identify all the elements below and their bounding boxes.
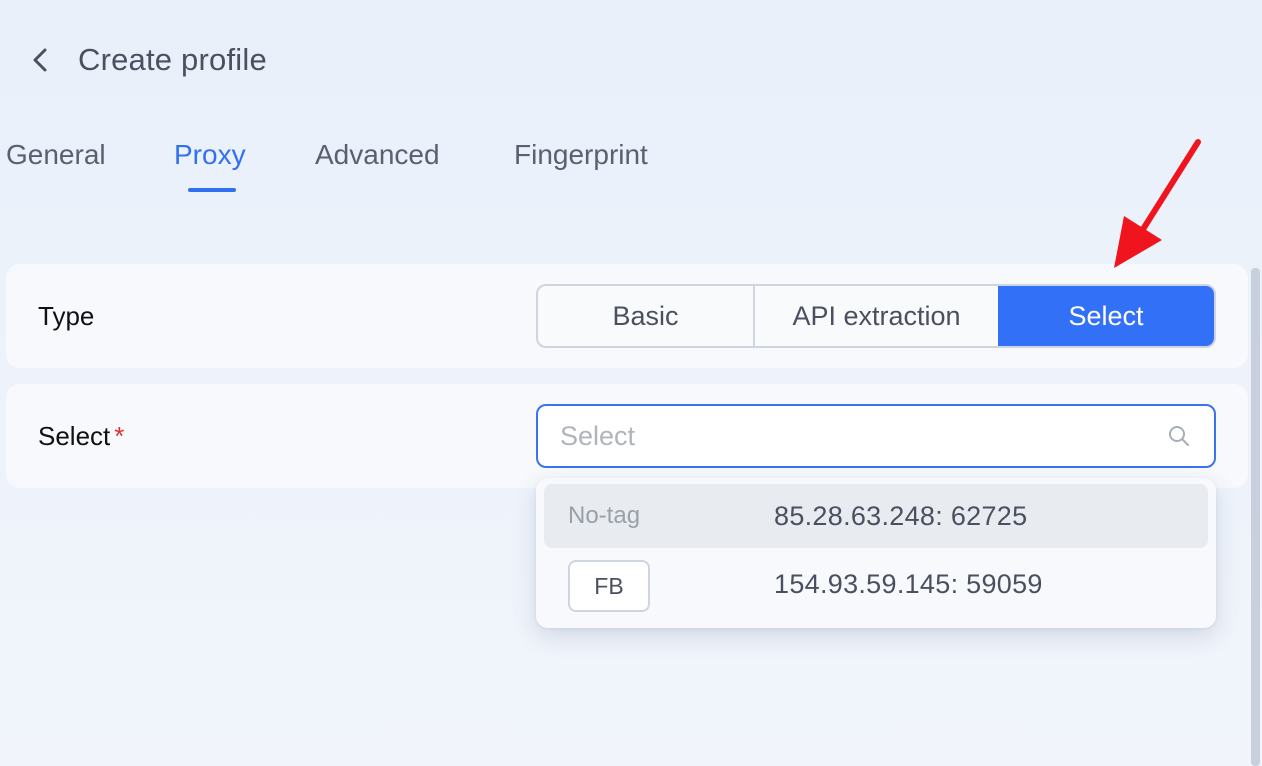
option-address: 154.93.59.145: 59059 — [774, 569, 1043, 599]
chevron-left-icon[interactable] — [26, 38, 54, 82]
tab-proxy[interactable]: Proxy — [174, 130, 246, 180]
proxy-select-field[interactable] — [536, 404, 1216, 468]
tab-fingerprint[interactable]: Fingerprint — [514, 130, 648, 180]
page-title: Create profile — [78, 42, 267, 77]
select-label-text: Select — [38, 421, 111, 451]
select-label: Select * — [38, 384, 124, 488]
option-tag: No-tag — [568, 502, 641, 529]
option-tag-badge: FB — [568, 560, 650, 612]
required-mark: * — [114, 421, 125, 451]
dropdown-option[interactable]: FB 154.93.59.145: 59059 — [544, 552, 1208, 616]
proxy-type-card: Type Basic API extraction Select — [6, 264, 1248, 368]
type-option-basic[interactable]: Basic — [538, 286, 753, 346]
red-arrow-annotation-icon — [1114, 139, 1201, 268]
option-address: 85.28.63.248: 62725 — [774, 501, 1028, 531]
type-label: Type — [38, 301, 95, 331]
proxy-dropdown: No-tag 85.28.63.248: 62725 FB 154.93.59.… — [536, 478, 1216, 628]
page-header: Create profile — [26, 38, 267, 82]
tab-advanced[interactable]: Advanced — [315, 130, 440, 180]
type-option-api-extraction[interactable]: API extraction — [753, 286, 998, 346]
type-option-select[interactable]: Select — [998, 286, 1214, 346]
active-tab-indicator — [188, 188, 236, 192]
vertical-scrollbar[interactable] — [1251, 268, 1260, 766]
proxy-search-input[interactable] — [560, 420, 1166, 452]
search-icon[interactable] — [1166, 423, 1192, 449]
proxy-type-segmented-control: Basic API extraction Select — [536, 284, 1216, 348]
tab-general[interactable]: General — [6, 130, 106, 180]
dropdown-option[interactable]: No-tag 85.28.63.248: 62725 — [544, 484, 1208, 548]
proxy-select-card: Select * — [6, 384, 1248, 488]
